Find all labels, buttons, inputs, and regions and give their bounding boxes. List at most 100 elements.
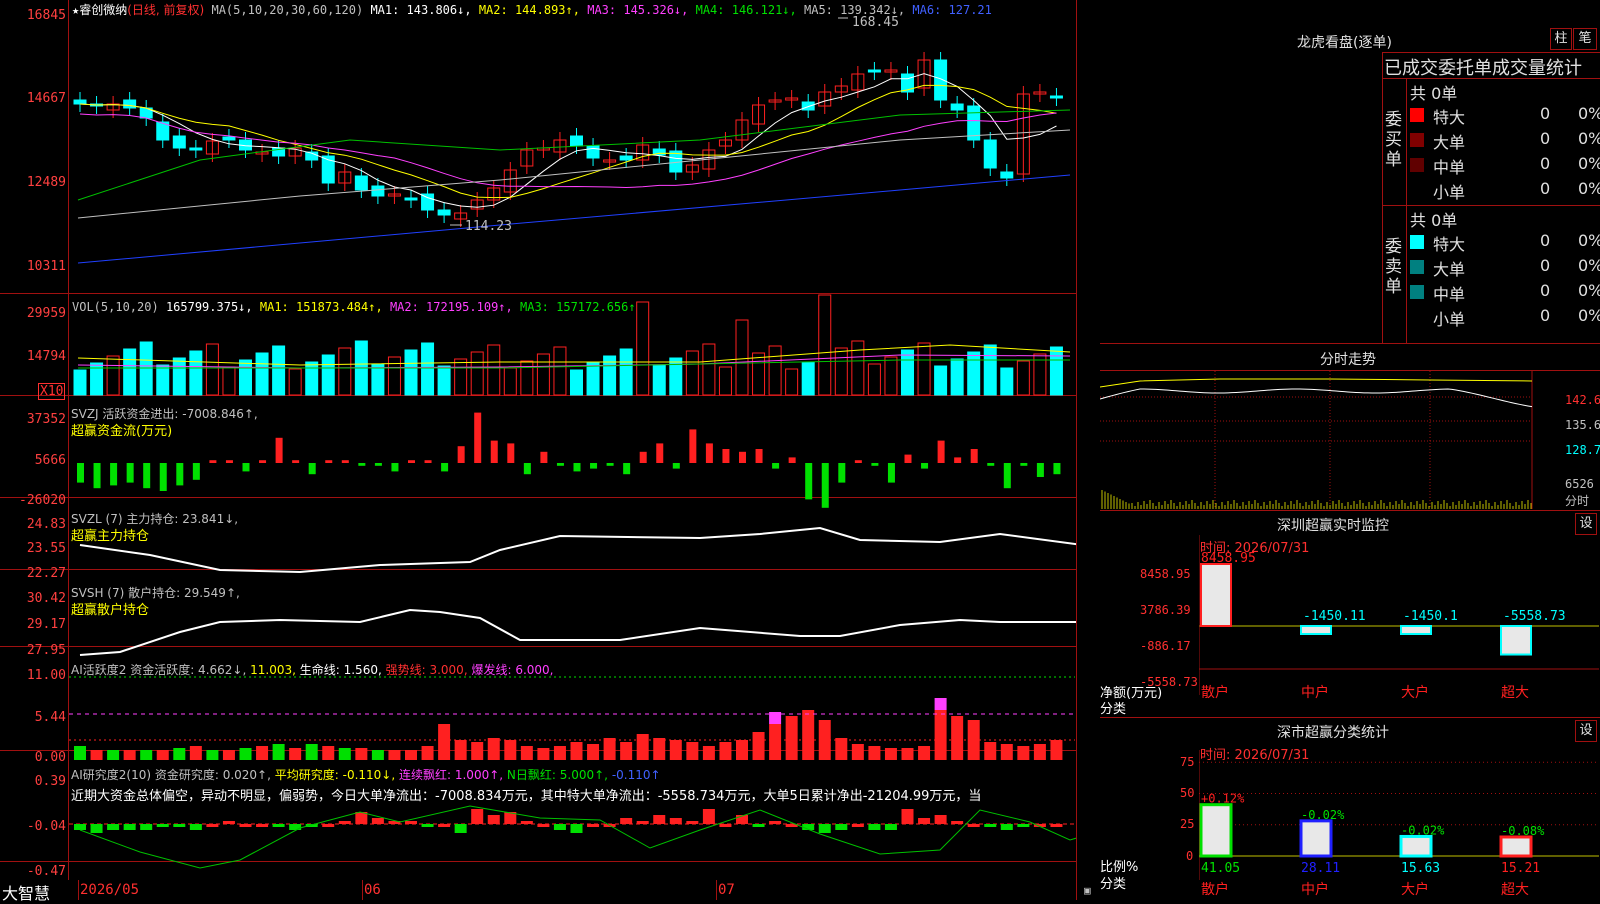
sz-monitor-cat-label: 散户 bbox=[1201, 684, 1229, 701]
lhb-sep-top bbox=[1382, 52, 1600, 53]
candle-body bbox=[586, 145, 600, 159]
volume-bar bbox=[735, 319, 749, 396]
candle-body bbox=[73, 99, 87, 105]
candle-body bbox=[354, 175, 368, 191]
ai1-bar bbox=[884, 748, 897, 760]
ai1-bar bbox=[305, 744, 318, 760]
sz-monitor-y-1: 8458.95 bbox=[1140, 567, 1191, 581]
svzj-bar bbox=[523, 463, 531, 475]
ai1-bar bbox=[371, 750, 384, 760]
vol-unit-badge[interactable]: X10 bbox=[38, 383, 66, 400]
ai2-v3: 连续飘红: 1.000↑, bbox=[399, 768, 504, 782]
ai2-bar bbox=[239, 824, 252, 827]
volume-bar bbox=[685, 350, 699, 396]
candle-body bbox=[404, 197, 418, 201]
stock-name[interactable]: 睿创微纳 bbox=[79, 3, 127, 17]
ai2-bar bbox=[752, 824, 765, 827]
sz-class-settings-button[interactable]: 设 bbox=[1575, 720, 1597, 742]
x-tick-jul bbox=[716, 880, 717, 900]
svzj-bar bbox=[755, 449, 763, 463]
svzj-bar bbox=[639, 451, 647, 463]
candle-body bbox=[901, 73, 914, 93]
ai1-bar bbox=[769, 724, 782, 760]
svzj-bar bbox=[424, 460, 432, 463]
svzj-bar bbox=[540, 451, 548, 463]
ai2-bar bbox=[918, 818, 931, 824]
svzj-bar bbox=[606, 463, 614, 466]
ai1-bar bbox=[653, 738, 666, 760]
lhb-side-divider bbox=[1406, 78, 1407, 344]
ai2-commentary: 近期大资金总体偏空，异动不明显，偏弱势，今日大单净流出：-7008.834万元，… bbox=[71, 789, 982, 804]
ai1-v3: 生命线: 1.560, bbox=[299, 663, 382, 677]
ai1-bar bbox=[272, 744, 285, 760]
ai1-bar bbox=[107, 750, 120, 760]
volume-bar bbox=[619, 348, 633, 396]
ai1-bar bbox=[322, 746, 335, 760]
vol-y-label-1: 29959 bbox=[26, 306, 66, 321]
svzj-bar bbox=[921, 463, 929, 469]
sz-class-cat: 分类 bbox=[1100, 877, 1127, 892]
intraday-title: 分时走势 bbox=[1320, 352, 1376, 368]
svzj-bar bbox=[341, 460, 349, 463]
ai2-bar bbox=[553, 824, 566, 830]
ai2-bar bbox=[272, 824, 285, 827]
svzj-bar bbox=[672, 463, 680, 469]
ai2-bar bbox=[1000, 824, 1013, 830]
sz-monitor-bar-value: -5558.73 bbox=[1503, 609, 1566, 624]
sell-row-count-1: 0 bbox=[1540, 256, 1551, 275]
lhb-sep-bottom bbox=[1100, 343, 1600, 344]
ai1-bar bbox=[421, 746, 434, 760]
svzj-bar bbox=[490, 440, 498, 463]
volume-bar bbox=[917, 342, 931, 396]
ai1-bar bbox=[289, 748, 302, 760]
tick-mode-button[interactable]: 笔 bbox=[1573, 28, 1597, 50]
ai1-bar bbox=[256, 746, 269, 760]
svsh-y-label-1: 30.42 bbox=[26, 591, 66, 606]
ai1-bar bbox=[570, 742, 583, 760]
sz-class-cat-label: 散户 bbox=[1201, 881, 1229, 898]
ai1-bar bbox=[454, 740, 467, 760]
volume-bar bbox=[189, 350, 203, 396]
svzj-bar bbox=[854, 460, 862, 463]
ai1-bar bbox=[951, 716, 964, 760]
volume-bar bbox=[305, 361, 319, 396]
intraday-chart[interactable] bbox=[1100, 371, 1600, 511]
period-mode[interactable]: (日线, 前复权) bbox=[127, 3, 204, 17]
ai1-v4: 强势线: 3.000, bbox=[385, 663, 468, 677]
lhb-title: 龙虎看盘(逐单) bbox=[1297, 35, 1392, 51]
ai2-bar bbox=[156, 824, 169, 827]
svzj-bar bbox=[689, 429, 697, 463]
svzj-bar bbox=[887, 463, 895, 483]
lock-icon[interactable]: ▣ bbox=[1084, 884, 1091, 897]
sz-class-chart[interactable]: +0.12% 41.05 散户 -0.02% 28.11 中户 -0.02% 15.63 大户 -… bbox=[1199, 750, 1599, 900]
sell-side-label: 委卖单 bbox=[1385, 237, 1402, 297]
ai2-bar bbox=[620, 818, 633, 824]
volume-bar bbox=[487, 344, 501, 396]
low-price-marker: 114.23 bbox=[465, 219, 512, 234]
brand-label[interactable]: 大智慧 bbox=[2, 880, 50, 904]
ai1-bar bbox=[918, 746, 931, 760]
bar-mode-button[interactable]: 柱 bbox=[1550, 28, 1572, 50]
ai1-bar bbox=[206, 750, 219, 760]
ma3-line bbox=[79, 112, 1057, 189]
sz-monitor-settings-button[interactable]: 设 bbox=[1575, 513, 1597, 535]
ai1-bar bbox=[620, 742, 633, 760]
candle-body bbox=[1049, 95, 1063, 99]
kline-chart-canvas[interactable] bbox=[0, 0, 1076, 900]
volume-bar bbox=[387, 356, 401, 396]
volume-bar bbox=[1000, 367, 1014, 396]
volume-bar bbox=[586, 362, 600, 396]
buy-total: 共 0单 bbox=[1410, 84, 1458, 103]
ai2-bar bbox=[256, 824, 269, 827]
sz-monitor-chart[interactable]: 8458.95 散户 -1450.11 中户 -1450.1 大户 -5558.73 超大 bbox=[1199, 535, 1599, 715]
svsh-y-label-3: 27.95 bbox=[26, 643, 66, 658]
svzj-bar bbox=[325, 460, 333, 463]
intraday-price-3: 128.7 bbox=[1565, 443, 1600, 457]
sz-class-pct: 15.21 bbox=[1501, 861, 1540, 876]
svzj-bar bbox=[1020, 463, 1028, 466]
ai2-bar bbox=[884, 824, 897, 830]
ai1-bar bbox=[1017, 746, 1030, 760]
ai1-bar bbox=[1050, 740, 1063, 760]
sz-monitor-bar-value: 8458.95 bbox=[1201, 551, 1256, 566]
buy-row-pct-2: 0% bbox=[1578, 154, 1600, 173]
